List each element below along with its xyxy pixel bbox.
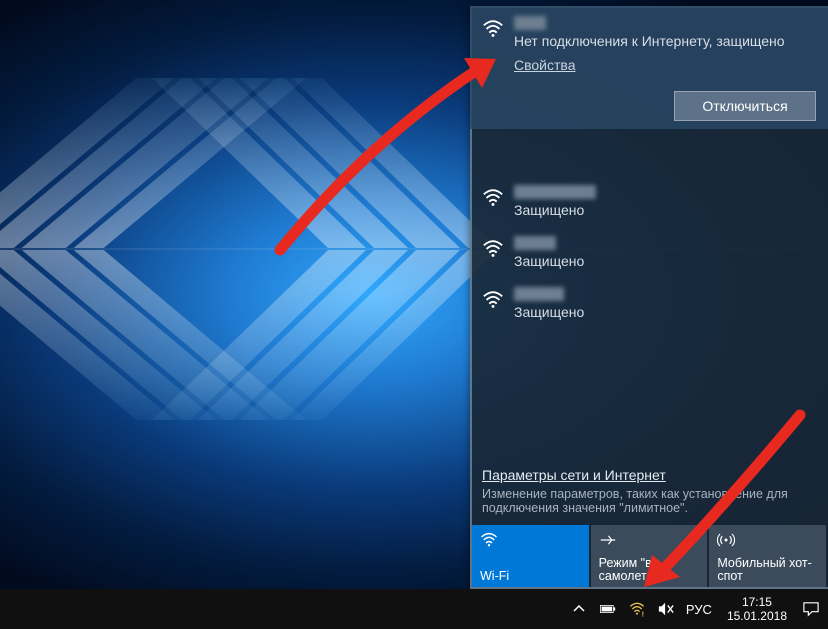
wifi-icon	[482, 238, 504, 260]
language-indicator[interactable]: РУС	[686, 602, 712, 617]
airplane-icon	[599, 531, 700, 549]
tile-hotspot[interactable]: Мобильный хот-спот	[709, 525, 826, 587]
tile-label: Wi-Fi	[480, 569, 581, 583]
tile-label: Мобильный хот-спот	[717, 557, 818, 583]
properties-link[interactable]: Свойства	[514, 57, 575, 73]
network-item[interactable]: Защищено	[470, 278, 828, 329]
network-status: Нет подключения к Интернету, защищено	[514, 33, 816, 49]
tray-chevron-up-icon[interactable]	[570, 589, 588, 629]
wifi-icon	[482, 18, 504, 40]
action-center-icon[interactable]	[802, 589, 820, 629]
network-ssid	[514, 185, 596, 199]
network-status: Защищено	[514, 202, 816, 218]
network-item[interactable]: Защищено	[470, 227, 828, 278]
clock[interactable]: 17:15 15.01.2018	[723, 595, 791, 623]
network-item[interactable]: Защищено	[470, 176, 828, 227]
network-settings-desc: Изменение параметров, таких как установл…	[482, 487, 816, 515]
tile-wifi[interactable]: Wi-Fi	[472, 525, 589, 587]
clock-time: 17:15	[727, 595, 787, 609]
network-ssid	[514, 236, 556, 250]
network-settings-link[interactable]: Параметры сети и Интернет	[482, 467, 816, 483]
tile-label: Режим "в самолете"	[599, 557, 700, 583]
taskbar: ! РУС 17:15 15.01.2018	[0, 589, 828, 629]
wifi-icon	[482, 289, 504, 311]
wifi-icon	[482, 187, 504, 209]
network-item-connected[interactable]: Нет подключения к Интернету, защищено Св…	[470, 6, 828, 129]
network-status: Защищено	[514, 253, 816, 269]
tile-airplane[interactable]: Режим "в самолете"	[591, 525, 708, 587]
svg-text:!: !	[642, 609, 644, 617]
battery-icon[interactable]	[599, 589, 617, 629]
hotspot-icon	[717, 531, 818, 549]
volume-muted-icon[interactable]	[657, 589, 675, 629]
network-flyout: Нет подключения к Интернету, защищено Св…	[470, 6, 828, 589]
clock-date: 15.01.2018	[727, 609, 787, 623]
disconnect-button[interactable]: Отключиться	[674, 91, 816, 121]
network-ssid	[514, 287, 564, 301]
network-ssid	[514, 16, 546, 30]
network-tray-icon[interactable]: !	[628, 589, 646, 629]
wifi-icon	[480, 531, 581, 549]
network-status: Защищено	[514, 304, 816, 320]
